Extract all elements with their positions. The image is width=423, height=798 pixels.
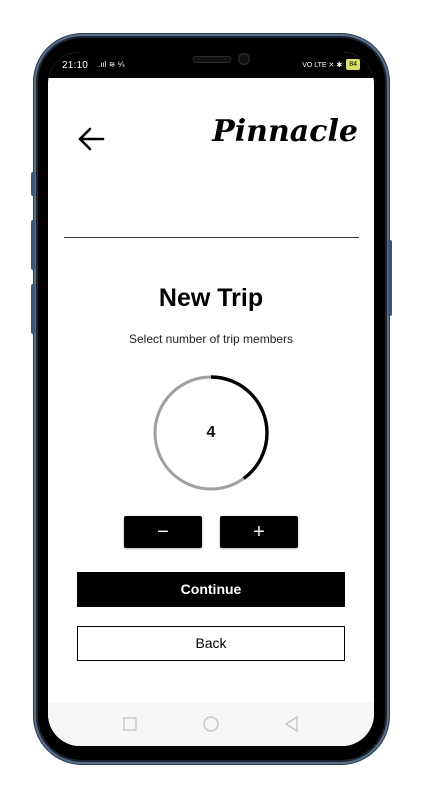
increment-button[interactable]: + <box>220 516 298 548</box>
network-icon: VO LTE ✕ ✱ <box>302 61 343 69</box>
triangle-nav-icon[interactable] <box>282 714 302 734</box>
app-screen: 21:10 .ııl ≋ ⁶⁄ₖ VO LTE ✕ ✱ 84 Pinnacle … <box>48 52 374 746</box>
status-bar: 21:10 .ııl ≋ ⁶⁄ₖ VO LTE ✕ ✱ 84 <box>48 52 374 78</box>
continue-button[interactable]: Continue <box>77 572 345 607</box>
page-title: New Trip <box>158 284 264 312</box>
signal-wifi-icon: .ııl ≋ ⁶⁄ₖ <box>98 60 126 69</box>
page-subtitle: Select number of trip members <box>128 332 294 346</box>
header-divider <box>64 237 359 238</box>
side-button <box>388 240 392 316</box>
speaker <box>193 56 231 63</box>
side-button <box>31 172 35 196</box>
battery-icon: 84 <box>346 59 360 70</box>
decrement-button[interactable]: − <box>124 516 202 548</box>
square-nav-icon[interactable] <box>120 714 140 734</box>
status-right-icons: VO LTE ✕ ✱ 84 <box>302 59 360 70</box>
member-count-value: 4 <box>206 424 216 441</box>
app-logo: Pinnacle <box>212 114 358 149</box>
front-camera <box>238 53 250 65</box>
back-button[interactable]: Back <box>77 626 345 661</box>
side-button <box>31 284 35 334</box>
side-button <box>31 220 35 270</box>
circle-nav-icon[interactable] <box>201 714 221 734</box>
status-time: 21:10 <box>62 60 89 71</box>
back-arrow-icon[interactable] <box>76 124 106 154</box>
system-nav-bar <box>48 702 374 746</box>
